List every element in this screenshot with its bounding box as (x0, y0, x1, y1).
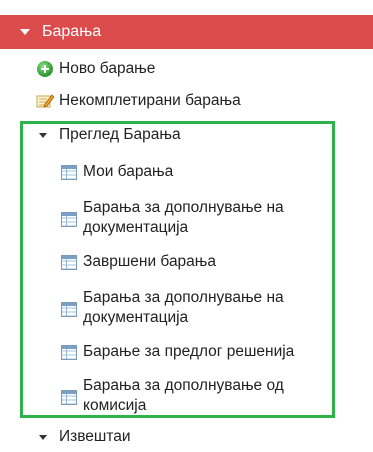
menu-item-incomplete-requests[interactable]: Некомплетирани барања (36, 92, 241, 110)
submenu-item-decision-proposal[interactable]: Барање за предлог решенија (61, 342, 331, 362)
menu-item-label: Некомплетирани барања (59, 92, 241, 109)
menu-item-label: Извештаи (59, 428, 131, 445)
submenu-item-my-requests[interactable]: Мои барања (61, 162, 331, 182)
submenu-item-label: Барање за предлог решенија (83, 343, 295, 360)
edit-note-icon (36, 93, 55, 109)
list-icon (61, 255, 77, 270)
submenu-item-docs-supplement-1[interactable]: Барања за дополнување на документација (61, 198, 331, 238)
menu-item-review-requests[interactable]: Преглед Барања (39, 126, 181, 144)
list-icon (61, 345, 77, 360)
submenu-item-docs-supplement-2[interactable]: Барања за дополнување на документација (61, 288, 331, 328)
list-icon (61, 212, 77, 227)
submenu-item-label-line2: комисија (83, 397, 147, 414)
add-icon (37, 61, 53, 77)
submenu-item-label-line2: документација (83, 219, 189, 236)
submenu-item-label-wrap: Барања за дополнување на документација (83, 288, 284, 328)
caret-down-icon (39, 434, 47, 440)
submenu-item-commission-supplement[interactable]: Барања за дополнување од комисија (61, 376, 331, 416)
submenu-item-label: Завршени барања (83, 253, 217, 270)
caret-down-icon (20, 29, 30, 35)
submenu-item-label-wrap: Барања за дополнување на документација (83, 198, 284, 238)
menu-item-label: Преглед Барања (59, 126, 181, 143)
submenu-item-label-line1: Барања за дополнување на (83, 199, 284, 216)
list-icon (61, 165, 77, 180)
list-icon (61, 302, 77, 317)
submenu-item-label-line2: документација (83, 309, 189, 326)
submenu-item-label-line1: Барања за дополнување на (83, 289, 284, 306)
menu-item-reports[interactable]: Извештаи (39, 428, 131, 446)
submenu-item-label: Мои барања (83, 163, 174, 180)
menu-item-new-request[interactable]: Ново барање (37, 60, 155, 78)
menu-item-label: Ново барање (59, 60, 156, 77)
sidebar-menu: Барања Ново барање Некомплетирани барања… (0, 0, 373, 452)
list-icon (61, 390, 77, 405)
submenu-item-label-line1: Барања за дополнување од (83, 377, 284, 394)
caret-down-icon (39, 132, 47, 138)
header-label: Барања (42, 23, 102, 40)
submenu-item-label-wrap: Барања за дополнување од комисија (83, 376, 284, 416)
menu-header-requests[interactable]: Барања (0, 15, 373, 49)
submenu-item-completed-requests[interactable]: Завршени барања (61, 252, 331, 272)
